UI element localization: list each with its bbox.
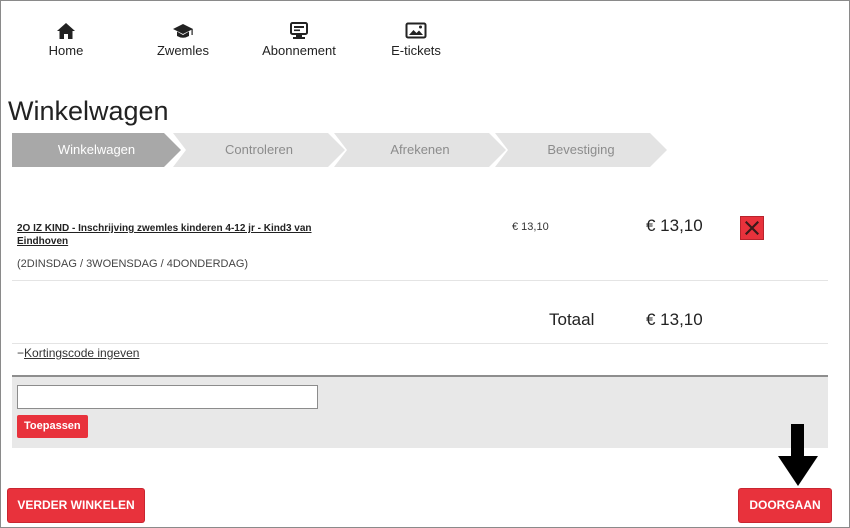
page-title: Winkelwagen [8,96,169,126]
total-value: € 13,10 [646,310,703,329]
cart-item-variant: (2DINSDAG / 3WOENSDAG / 4DONDERDAG) [17,258,249,270]
remove-item-button[interactable] [740,216,764,240]
step-afrekenen: Afrekenen [334,133,506,167]
cart-item-name-link[interactable]: 2O IZ KIND - Inschrijving zwemles kinder… [17,222,317,248]
collapse-icon: − [17,346,25,360]
graduation-cap-icon [173,24,193,38]
nav-home-label: Home [48,43,84,58]
apply-discount-button[interactable]: Toepassen [17,415,88,438]
image-ticket-icon [405,22,427,39]
step-controleren: Controleren [173,133,345,167]
cart-item-line-price: € 13,10 [646,216,703,235]
item-divider [12,280,828,281]
step-winkelwagen: Winkelwagen [12,133,181,167]
continue-shopping-button[interactable]: VERDER WINKELEN [8,489,144,522]
home-icon [57,23,75,39]
down-arrow-icon [778,424,818,486]
nav-etickets[interactable]: E-tickets [366,22,466,58]
step-bevestiging: Bevestiging [495,133,667,167]
nav-etickets-label: E-tickets [391,43,441,58]
nav-abonnement[interactable]: Abonnement [249,22,349,58]
discount-code-input[interactable] [17,385,318,409]
nav-abonnement-label: Abonnement [262,43,336,58]
nav-zwemles[interactable]: Zwemles [133,22,233,58]
close-icon [745,221,759,235]
cart-item-unit-price: € 13,10 [512,221,549,233]
nav-home[interactable]: Home [16,22,116,58]
proceed-button[interactable]: DOORGAAN [739,489,831,522]
nav-zwemles-label: Zwemles [156,43,209,58]
total-label: Totaal [549,310,595,329]
discount-toggle[interactable]: −Kortingscode ingeven [17,346,139,360]
card-terminal-icon [290,22,308,39]
discount-panel: Toepassen [12,375,828,448]
total-divider [12,343,828,344]
discount-toggle-link[interactable]: Kortingscode ingeven [24,346,139,360]
